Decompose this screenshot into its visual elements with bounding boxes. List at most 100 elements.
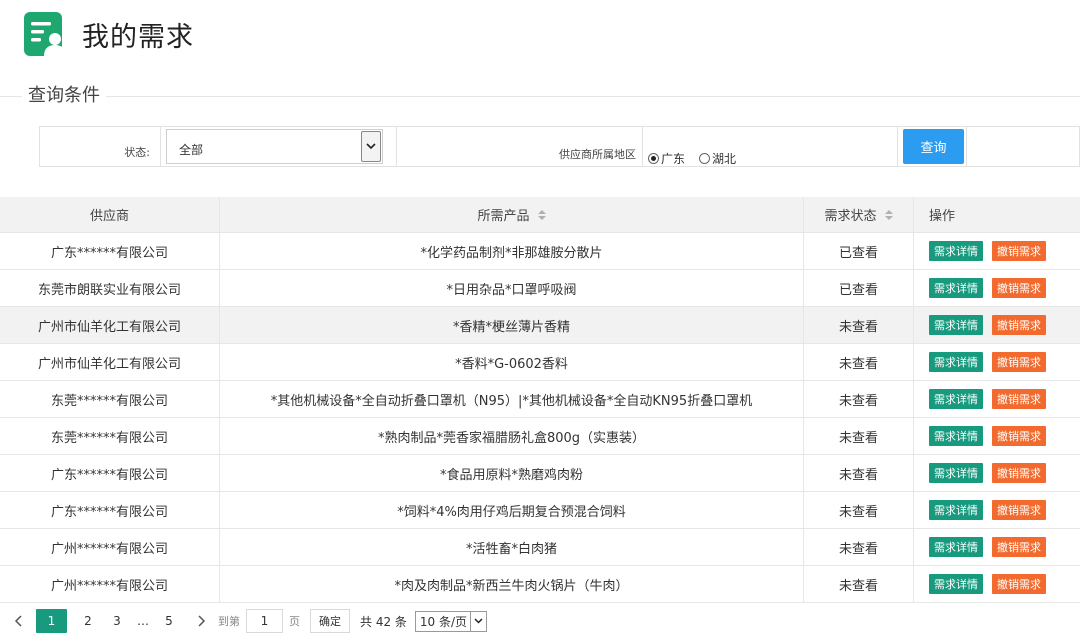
detail-button[interactable]: 需求详情: [929, 463, 983, 483]
detail-button[interactable]: 需求详情: [929, 426, 983, 446]
product-name: *化学药品制剂*非那雄胺分散片: [420, 245, 603, 261]
region-radio-hubei[interactable]: [699, 153, 711, 164]
cancel-request-button[interactable]: 撤销需求: [992, 574, 1046, 594]
detail-button[interactable]: 需求详情: [929, 500, 983, 520]
actions-cell: 需求详情 撤销需求: [914, 270, 1080, 306]
filter-divider: [966, 127, 967, 166]
status-cell: 已查看: [804, 233, 914, 269]
cancel-request-button[interactable]: 撤销需求: [992, 463, 1046, 483]
table-row: 广州******有限公司 *活牲畜*白肉猪 未查看 需求详情 撤销需求: [0, 529, 1080, 566]
region-option-label[interactable]: 广东: [661, 150, 685, 167]
actions-cell: 需求详情 撤销需求: [914, 381, 1080, 417]
actions-cell: 需求详情 撤销需求: [914, 529, 1080, 565]
chevron-left-icon[interactable]: [8, 615, 28, 627]
product-name: *香精*梗丝薄片香精: [452, 319, 570, 335]
product-cell: *熟肉制品*莞香家福腊肠礼盒800g（实惠装）: [220, 418, 804, 454]
header-label: 所需产品: [477, 209, 530, 224]
header-label: 操作: [929, 209, 956, 224]
status-cell: 未查看: [804, 344, 914, 380]
detail-button[interactable]: 需求详情: [929, 389, 983, 409]
cancel-request-button[interactable]: 撤销需求: [992, 426, 1046, 446]
supplier-cell: 广东******有限公司: [0, 233, 220, 269]
cancel-request-button[interactable]: 撤销需求: [992, 537, 1046, 557]
sort-icon[interactable]: [884, 209, 893, 220]
table-row: 东莞******有限公司 *其他机械设备*全自动折叠口罩机（N95）|*其他机械设…: [0, 381, 1080, 418]
page-button-5[interactable]: 5: [159, 614, 179, 628]
supplier-name: 广东******有限公司: [50, 467, 168, 483]
goto-page-input[interactable]: 1: [246, 609, 283, 633]
supplier-name: 广州市仙羊化工有限公司: [37, 319, 181, 335]
page-button-1[interactable]: 1: [36, 609, 67, 633]
header-supplier: 供应商: [0, 197, 220, 232]
request-status: 未查看: [838, 541, 878, 557]
table-row: 广州市仙羊化工有限公司 *香料*G-0602香料 未查看 需求详情 撤销需求: [0, 344, 1080, 381]
status-cell: 未查看: [804, 418, 914, 454]
table-row: 广东******有限公司 *化学药品制剂*非那雄胺分散片 已查看 需求详情 撤销需求: [0, 233, 1080, 270]
section-divider: [0, 96, 1080, 97]
status-cell: 未查看: [804, 455, 914, 491]
supplier-name: 广东******有限公司: [50, 245, 168, 261]
cancel-request-button[interactable]: 撤销需求: [992, 389, 1046, 409]
table-row: 广东******有限公司 *食品用原料*熟磨鸡肉粉 未查看 需求详情 撤销需求: [0, 455, 1080, 492]
region-label: 供应商所属地区: [559, 148, 636, 161]
header-status[interactable]: 需求状态: [804, 197, 914, 232]
table-row: 东莞******有限公司 *熟肉制品*莞香家福腊肠礼盒800g（实惠装） 未查看 需求…: [0, 418, 1080, 455]
page-header: 我的需求: [22, 10, 194, 58]
goto-confirm-button[interactable]: 确定: [310, 609, 350, 633]
product-cell: *日用杂品*口罩呼吸阀: [220, 270, 804, 306]
product-name: *香料*G-0602香料: [455, 356, 568, 372]
filter-divider: [897, 127, 898, 166]
actions-cell: 需求详情 撤销需求: [914, 418, 1080, 454]
status-cell: 未查看: [804, 529, 914, 565]
product-name: *熟肉制品*莞香家福腊肠礼盒800g（实惠装）: [377, 430, 646, 446]
supplier-cell: 东莞市朗联实业有限公司: [0, 270, 220, 306]
cancel-request-button[interactable]: 撤销需求: [992, 352, 1046, 372]
region-radio-guangdong[interactable]: [648, 153, 659, 164]
detail-button[interactable]: 需求详情: [929, 574, 983, 594]
supplier-cell: 广东******有限公司: [0, 455, 220, 491]
region-radio-group: 广东 湖北: [648, 139, 750, 178]
page-button-2[interactable]: 2: [78, 614, 98, 628]
header-actions: 操作: [914, 197, 1080, 232]
chevron-down-icon[interactable]: [470, 611, 486, 631]
product-name: *活牲畜*白肉猪: [465, 541, 557, 557]
page-size-value: 10 条/页: [419, 614, 468, 629]
page-ellipsis: …: [137, 614, 149, 628]
cancel-request-button[interactable]: 撤销需求: [992, 241, 1046, 261]
region-option-label[interactable]: 湖北: [712, 150, 736, 167]
query-button[interactable]: 查询: [903, 129, 964, 164]
filter-bar: 状态: 全部 供应商所属地区 广东 湖北 查询: [39, 126, 1080, 167]
cancel-request-button[interactable]: 撤销需求: [992, 278, 1046, 298]
goto-label: 到第: [218, 615, 240, 628]
detail-button[interactable]: 需求详情: [929, 315, 983, 335]
sort-icon[interactable]: [537, 209, 546, 220]
product-name: *肉及肉制品*新西兰牛肉火锅片（牛肉）: [394, 578, 629, 594]
supplier-cell: 东莞******有限公司: [0, 381, 220, 417]
request-status: 未查看: [838, 430, 878, 446]
status-select-value: 全部: [179, 143, 204, 157]
product-cell: *化学药品制剂*非那雄胺分散片: [220, 233, 804, 269]
detail-button[interactable]: 需求详情: [929, 537, 983, 557]
product-cell: *其他机械设备*全自动折叠口罩机（N95）|*其他机械设备*全自动KN95折叠口…: [220, 381, 804, 417]
page-button-3[interactable]: 3: [107, 614, 127, 628]
table-row: 广州市仙羊化工有限公司 *香精*梗丝薄片香精 未查看 需求详情 撤销需求: [0, 307, 1080, 344]
supplier-cell: 广东******有限公司: [0, 492, 220, 528]
chevron-right-icon[interactable]: [192, 615, 212, 627]
actions-cell: 需求详情 撤销需求: [914, 566, 1080, 602]
supplier-cell: 广州市仙羊化工有限公司: [0, 344, 220, 380]
status-cell: 未查看: [804, 307, 914, 343]
supplier-name: 东莞******有限公司: [50, 430, 168, 446]
filter-divider: [642, 127, 643, 166]
supplier-cell: 东莞******有限公司: [0, 418, 220, 454]
detail-button[interactable]: 需求详情: [929, 241, 983, 261]
pagination: 1 2 3 … 5 到第 1 页 确定 共 42 条 10 条/页: [0, 606, 1080, 636]
cancel-request-button[interactable]: 撤销需求: [992, 315, 1046, 335]
detail-button[interactable]: 需求详情: [929, 278, 983, 298]
chevron-down-icon[interactable]: [361, 131, 381, 162]
actions-cell: 需求详情 撤销需求: [914, 307, 1080, 343]
cancel-request-button[interactable]: 撤销需求: [992, 500, 1046, 520]
page-size-select[interactable]: 10 条/页: [414, 610, 488, 632]
status-select[interactable]: 全部: [166, 129, 383, 164]
header-product[interactable]: 所需产品: [220, 197, 804, 232]
detail-button[interactable]: 需求详情: [929, 352, 983, 372]
